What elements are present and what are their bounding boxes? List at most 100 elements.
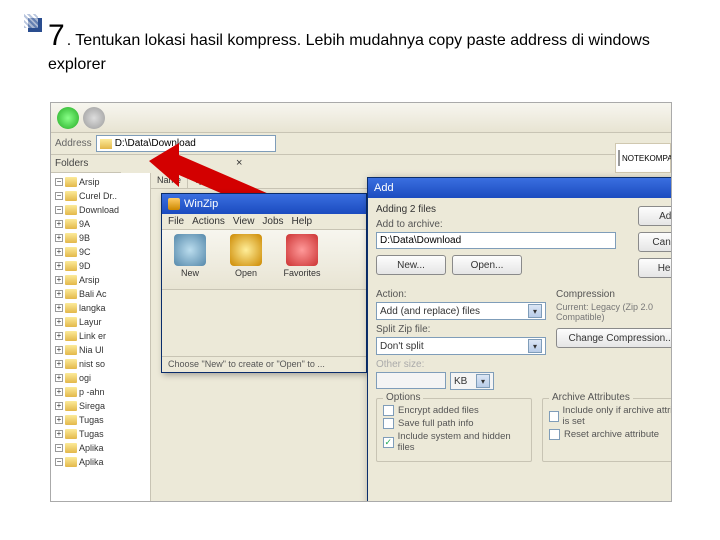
new-button[interactable]: New... [376,255,446,275]
tree-item[interactable]: +p -ahn [55,385,148,399]
tree-item[interactable]: + Bali Ac [55,287,148,301]
expand-icon[interactable]: − [55,458,63,466]
hidden-label: Include system and hidden files [398,431,525,453]
expand-icon[interactable]: − [55,178,63,186]
tree-label: Download [79,205,119,215]
address-label: Address [55,138,92,149]
tree-label: Bali Ac [79,289,107,299]
expand-icon[interactable]: + [55,416,63,424]
expand-icon[interactable]: − [55,206,63,214]
tree-item[interactable]: +Nia Ul [55,343,148,357]
tree-item[interactable]: +Tugas [55,413,148,427]
tree-item[interactable]: +ogi [55,371,148,385]
archive-path-input[interactable] [376,232,616,249]
other-size-input [376,372,446,389]
folder-icon [65,219,77,229]
menu-file[interactable]: File [168,216,184,227]
file-thumbnail[interactable]: NOTEKOMPA... [615,143,671,173]
folder-icon [65,289,77,299]
tree-item[interactable]: +Tugas [55,427,148,441]
archiveattr-only-checkbox[interactable]: Include only if archive attribute is set [549,405,672,427]
expand-icon[interactable]: + [55,290,63,298]
expand-icon[interactable]: + [55,430,63,438]
tree-item[interactable]: −Arsip [55,175,148,189]
expand-icon[interactable]: − [55,192,63,200]
add-titlebar[interactable]: Add ✕ [368,178,672,198]
cancel-button[interactable]: Cancel [638,232,672,252]
expand-icon[interactable]: + [55,346,63,354]
expand-icon[interactable]: + [55,304,63,312]
tree-item[interactable]: +Layur [55,315,148,329]
folder-icon [65,429,77,439]
forward-button[interactable] [83,107,105,129]
expand-icon[interactable]: − [55,444,63,452]
back-button[interactable] [57,107,79,129]
folder-icon [65,457,77,467]
folders-pane-header: Folders [51,155,121,173]
tree-label: langka [79,303,106,313]
menu-actions[interactable]: Actions [192,216,225,227]
tree-item[interactable]: +9C [55,245,148,259]
tree-label: 9D [79,261,91,271]
options-group-label: Options [383,392,423,403]
slide-caption: 7. Tentukan lokasi hasil kompress. Lebih… [48,16,660,76]
folder-icon [65,177,77,187]
expand-icon[interactable]: + [55,220,63,228]
fullpath-label: Save full path info [398,418,474,429]
action-select[interactable]: Add (and replace) files▾ [376,302,546,320]
address-bar-row: Address D:\Data\Download [51,133,671,155]
tree-item[interactable]: +9B [55,231,148,245]
col-name[interactable]: Name [151,173,188,188]
tree-item[interactable]: −Aplika [55,441,148,455]
menu-jobs[interactable]: Jobs [262,216,283,227]
fullpath-checkbox[interactable]: Save full path info [383,418,525,429]
expand-icon[interactable]: + [55,360,63,368]
hidden-checkbox[interactable]: ✓Include system and hidden files [383,431,525,453]
split-select[interactable]: Don't split▾ [376,337,546,355]
tree-item[interactable]: +Sirega [55,399,148,413]
encrypt-checkbox[interactable]: Encrypt added files [383,405,525,416]
menu-help[interactable]: Help [292,216,313,227]
address-input[interactable]: D:\Data\Download [96,135,276,152]
expand-icon[interactable]: + [55,318,63,326]
expand-icon[interactable]: + [55,374,63,382]
menu-view[interactable]: View [233,216,255,227]
tree-item[interactable]: +9D [55,259,148,273]
expand-icon[interactable]: + [55,248,63,256]
tool-favorites[interactable]: Favorites [280,234,324,285]
open-button[interactable]: Open... [452,255,522,275]
file-label: NOTEKOMPA... [622,154,672,163]
folder-tree[interactable]: −Arsip−Curel Dr..−Download+9A+9B+9C+9D+A… [51,173,151,501]
col-type[interactable]: Type [188,173,221,188]
folder-icon [65,205,77,215]
archiveattr-reset-checkbox[interactable]: Reset archive attribute [549,429,672,440]
tool-new[interactable]: New [168,234,212,285]
tree-item[interactable]: −Aplika [55,455,148,469]
winzip-menubar: File Actions View Jobs Help [162,214,366,230]
tree-item[interactable]: − Download [55,203,148,217]
tree-item[interactable]: + nist so [55,357,148,371]
expand-icon[interactable]: + [55,234,63,242]
tree-label: nist so [79,359,105,369]
change-compression-button[interactable]: Change Compression... [556,328,672,348]
tool-open[interactable]: Open [224,234,268,285]
chevron-down-icon: ▾ [476,374,490,388]
tree-item[interactable]: −Curel Dr.. [55,189,148,203]
tree-item[interactable]: +Link er [55,329,148,343]
explorer-toolbar [51,103,671,133]
tree-item[interactable]: +9A [55,217,148,231]
expand-icon[interactable]: + [55,388,63,396]
screenshot-frame: Address D:\Data\Download Folders × −Arsi… [50,102,672,502]
tree-item[interactable]: + langka [55,301,148,315]
expand-icon[interactable]: + [55,276,63,284]
other-unit-select: KB▾ [450,372,494,390]
add-button[interactable]: Add [638,206,672,226]
tree-item[interactable]: +Arsip [55,273,148,287]
expand-icon[interactable]: + [55,262,63,270]
winzip-titlebar[interactable]: WinZip [162,194,366,214]
folders-close-icon[interactable]: × [236,157,250,171]
help-button[interactable]: Help [638,258,672,278]
chevron-down-icon: ▾ [528,304,542,318]
expand-icon[interactable]: + [55,402,63,410]
expand-icon[interactable]: + [55,332,63,340]
